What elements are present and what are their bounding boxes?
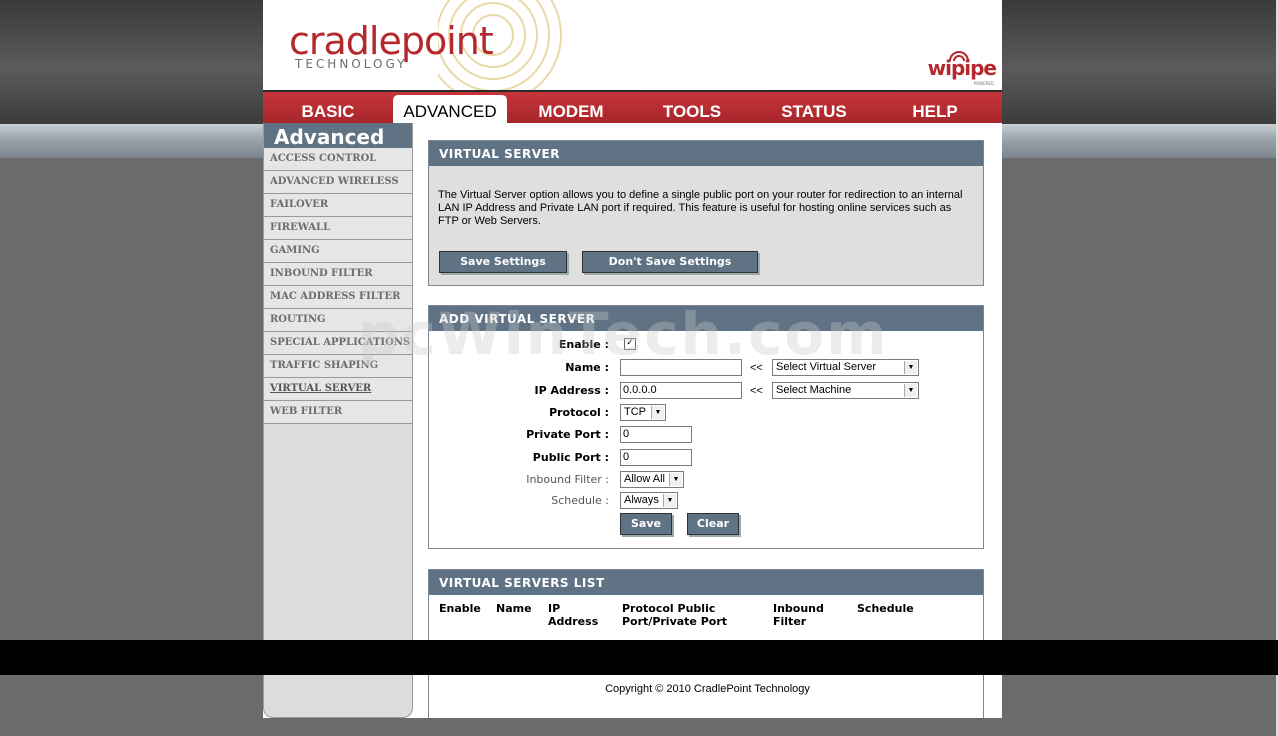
black-overlay-bar: [0, 640, 1278, 675]
machine-select[interactable]: Select Machine ▼: [772, 382, 919, 399]
column-header-ip-address: IP Address: [548, 602, 599, 628]
sidebar-item-web-filter[interactable]: WEB FILTER: [264, 401, 412, 424]
ip-address-label: IP Address :: [534, 384, 609, 397]
save-button[interactable]: Save: [620, 513, 672, 535]
column-header-schedule: Schedule: [857, 602, 914, 615]
schedule-select-value: Always: [624, 494, 659, 506]
private-port-input[interactable]: 0: [620, 426, 692, 443]
tab-basic[interactable]: BASIC: [271, 95, 385, 123]
virtual-server-description: The Virtual Server option allows you to …: [438, 189, 963, 227]
column-header-enable: Enable: [439, 602, 481, 615]
chevron-down-icon: ▼: [651, 406, 664, 419]
add-virtual-server-panel: ADD VIRTUAL SERVER Enable : ✓ Name : << …: [428, 305, 984, 549]
sidebar-item-inbound-filter[interactable]: INBOUND FILTER: [264, 263, 412, 286]
virtual-servers-list-title: VIRTUAL SERVERS LIST: [429, 570, 983, 595]
dont-save-settings-button[interactable]: Don't Save Settings: [582, 251, 758, 273]
sidebar-item-failover[interactable]: FAILOVER: [264, 194, 412, 217]
schedule-select[interactable]: Always ▼: [620, 492, 678, 509]
ip-copy-arrows[interactable]: <<: [750, 385, 763, 397]
partner-logo: wipipe: [928, 51, 997, 80]
tab-modem[interactable]: MODEM: [514, 95, 628, 123]
chevron-down-icon: ▼: [669, 473, 682, 486]
private-port-label: Private Port :: [526, 428, 609, 441]
machine-select-value: Select Machine: [776, 384, 852, 396]
sidebar-item-access-control[interactable]: ACCESS CONTROL: [264, 148, 412, 171]
tab-tools[interactable]: TOOLS: [635, 95, 749, 123]
sidebar-item-special-applications[interactable]: SPECIAL APPLICATIONS: [264, 332, 412, 355]
protocol-select-value: TCP: [624, 406, 646, 418]
sidebar-item-virtual-server[interactable]: VIRTUAL SERVER: [264, 378, 412, 401]
copyright-footer: Copyright © 2010 CradlePoint Technology: [605, 683, 810, 695]
main-content: VIRTUAL SERVER The Virtual Server option…: [413, 123, 1002, 718]
enable-label: Enable :: [558, 338, 609, 351]
column-header-name: Name: [496, 602, 532, 615]
schedule-label: Schedule :: [551, 494, 609, 507]
name-copy-arrows[interactable]: <<: [750, 362, 763, 374]
sidebar-title: Advanced: [264, 123, 412, 149]
ip-address-input[interactable]: 0.0.0.0: [620, 382, 742, 399]
sidebar-item-advanced-wireless[interactable]: ADVANCED WIRELESS: [264, 171, 412, 194]
clear-button[interactable]: Clear: [687, 513, 739, 535]
chevron-down-icon: ▼: [904, 384, 917, 397]
name-input[interactable]: [620, 359, 742, 376]
virtual-server-select-value: Select Virtual Server: [776, 361, 877, 373]
sidebar: Advanced ACCESS CONTROL ADVANCED WIRELES…: [263, 123, 413, 718]
sidebar-item-firewall[interactable]: FIREWALL: [264, 217, 412, 240]
tab-status[interactable]: STATUS: [757, 95, 871, 123]
column-header-inbound-filter: Inbound Filter: [773, 602, 824, 628]
partner-logo-subtitle: POWERED: [973, 81, 994, 86]
public-port-label: Public Port :: [532, 451, 609, 464]
sidebar-item-routing[interactable]: ROUTING: [264, 309, 412, 332]
inbound-filter-select[interactable]: Allow All ▼: [620, 471, 684, 488]
sidebar-item-traffic-shaping[interactable]: TRAFFIC SHAPING: [264, 355, 412, 378]
add-virtual-server-title: ADD VIRTUAL SERVER: [429, 306, 983, 331]
chevron-down-icon: ▼: [663, 494, 676, 507]
sidebar-item-mac-address-filter[interactable]: MAC ADDRESS FILTER: [264, 286, 412, 309]
chevron-down-icon: ▼: [904, 361, 917, 374]
virtual-server-panel: VIRTUAL SERVER The Virtual Server option…: [428, 140, 984, 286]
column-header-protocol-ports: Protocol Public Port/Private Port: [622, 602, 728, 628]
inbound-filter-label: Inbound Filter :: [526, 473, 609, 486]
name-label: Name :: [565, 361, 609, 374]
protocol-label: Protocol :: [549, 406, 609, 419]
sidebar-item-gaming[interactable]: GAMING: [264, 240, 412, 263]
save-settings-button[interactable]: Save Settings: [439, 251, 567, 273]
tab-advanced[interactable]: ADVANCED: [393, 95, 507, 123]
virtual-server-select[interactable]: Select Virtual Server ▼: [772, 359, 919, 376]
inbound-filter-select-value: Allow All: [624, 473, 665, 485]
top-nav: BASIC ADVANCED MODEM TOOLS STATUS HELP: [263, 90, 1002, 123]
brand-logo-subtitle: TECHNOLOGY: [295, 57, 408, 71]
virtual-server-title: VIRTUAL SERVER: [429, 141, 983, 166]
tab-help[interactable]: HELP: [878, 95, 992, 123]
wifi-arc-icon: [948, 51, 969, 62]
protocol-select[interactable]: TCP ▼: [620, 404, 666, 421]
enable-checkbox[interactable]: ✓: [624, 338, 636, 350]
public-port-input[interactable]: 0: [620, 449, 692, 466]
checkmark-icon: ✓: [626, 338, 634, 348]
header: cradlepoint TECHNOLOGY wipipe POWERED: [263, 0, 1002, 90]
router-page: cradlepoint TECHNOLOGY wipipe POWERED BA…: [263, 0, 1002, 718]
